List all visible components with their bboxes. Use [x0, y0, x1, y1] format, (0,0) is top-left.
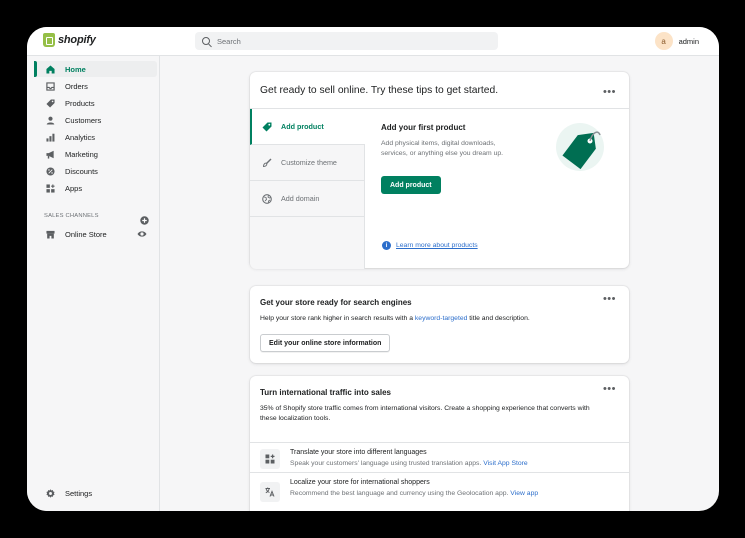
- panel-title: Add your first product: [381, 123, 466, 132]
- row-text: Speak your customers' language using tru…: [290, 460, 482, 467]
- tab-customize-theme[interactable]: Customize theme: [250, 145, 365, 181]
- card-title: Get ready to sell online. Try these tips…: [260, 85, 499, 96]
- setup-guide-card: Get ready to sell online. Try these tips…: [250, 72, 629, 269]
- info-icon: i: [382, 241, 391, 250]
- translate-icon: [260, 482, 280, 502]
- sidebar-item-orders[interactable]: Orders: [35, 78, 157, 94]
- sidebar-item-label: Settings: [65, 488, 93, 498]
- visit-app-store-link[interactable]: Visit App Store: [483, 460, 527, 467]
- store-icon: [46, 230, 55, 239]
- tab-add-domain[interactable]: Add domain: [250, 181, 365, 217]
- add-product-button[interactable]: Add product: [381, 176, 441, 194]
- learn-more: i Learn more about products: [382, 241, 478, 250]
- setup-tabs: Add product Customize theme Add domain: [250, 109, 365, 269]
- sidebar-item-label: Customers: [65, 115, 102, 125]
- globe-icon: [262, 193, 272, 204]
- sidebar-item-label: Products: [65, 98, 95, 108]
- search-bar[interactable]: [195, 32, 498, 50]
- more-options-icon[interactable]: •••: [603, 294, 616, 305]
- eye-icon[interactable]: [137, 229, 147, 239]
- sidebar-item-label: Home: [65, 64, 86, 74]
- device-frame: shopify a admin Home Orders Products Cus…: [0, 0, 745, 538]
- user-name[interactable]: admin: [679, 37, 699, 46]
- view-app-link[interactable]: View app: [510, 490, 538, 497]
- card-description: 35% of Shopify store traffic comes from …: [260, 405, 590, 422]
- tag-icon: [46, 98, 55, 108]
- row-title: Localize your store for international sh…: [290, 479, 430, 486]
- sidebar-item-customers[interactable]: Customers: [35, 112, 157, 128]
- sidebar-item-label: Marketing: [65, 149, 98, 159]
- international-traffic-card: Turn international traffic into sales ••…: [250, 376, 629, 511]
- logo-text: shopify: [58, 34, 96, 46]
- discount-icon: [46, 166, 55, 176]
- paintbrush-icon: [262, 158, 272, 168]
- setup-guide-body: Add product Customize theme Add domain A…: [250, 108, 629, 269]
- keyword-targeted-link[interactable]: keyword-targeted: [415, 315, 468, 322]
- seo-card: Get your store ready for search engines …: [250, 286, 629, 363]
- orders-icon: [46, 81, 55, 91]
- shopify-bag-icon: [43, 33, 55, 47]
- apps-icon: [260, 449, 280, 469]
- bar-chart-icon: [46, 133, 55, 142]
- learn-more-link[interactable]: Learn more about products: [396, 242, 478, 249]
- sidebar: Home Orders Products Customers Analytics…: [27, 56, 160, 511]
- sales-channels-label: SALES CHANNELS: [44, 213, 99, 219]
- row-text: Recommend the best language and currency…: [290, 490, 509, 497]
- top-bar: shopify a admin: [27, 27, 719, 56]
- sidebar-item-label: Apps: [65, 183, 83, 193]
- card-description: Help your store rank higher in search re…: [260, 314, 610, 324]
- card-title: Get your store ready for search engines: [260, 298, 412, 307]
- megaphone-icon: [46, 150, 55, 159]
- more-options-icon[interactable]: •••: [603, 87, 616, 98]
- sidebar-item-discounts[interactable]: Discounts: [35, 163, 157, 179]
- add-product-panel: Add your first product Add physical item…: [365, 109, 629, 269]
- search-input[interactable]: [217, 36, 467, 46]
- list-item[interactable]: Translate your store into different lang…: [250, 442, 629, 472]
- sidebar-item-label: Discounts: [65, 166, 98, 176]
- tab-label: Add product: [281, 122, 324, 131]
- home-icon: [46, 64, 55, 74]
- row-description: Recommend the best language and currency…: [290, 489, 555, 499]
- avatar[interactable]: a: [654, 32, 673, 50]
- sidebar-item-label: Analytics: [65, 132, 96, 142]
- user-menu[interactable]: a admin: [654, 32, 699, 50]
- row-title: Translate your store into different lang…: [290, 449, 427, 456]
- sidebar-item-analytics[interactable]: Analytics: [35, 129, 157, 145]
- description-text: title and description.: [469, 315, 530, 322]
- sidebar-item-home[interactable]: Home: [34, 61, 157, 77]
- list-item[interactable]: Localize your store for international sh…: [250, 472, 629, 511]
- gear-icon: [46, 488, 55, 498]
- description-text: Help your store rank higher in search re…: [260, 315, 413, 322]
- row-description: Speak your customers' language using tru…: [290, 459, 560, 469]
- panel-description: Add physical items, digital downloads, s…: [381, 140, 504, 157]
- sidebar-item-apps[interactable]: Apps: [35, 180, 157, 196]
- tab-label: Customize theme: [281, 158, 337, 167]
- shopify-logo[interactable]: shopify: [43, 33, 96, 47]
- sidebar-item-settings[interactable]: Settings: [35, 485, 157, 501]
- more-options-icon[interactable]: •••: [603, 384, 616, 395]
- search-icon: [202, 37, 210, 45]
- edit-store-info-button[interactable]: Edit your online store information: [260, 334, 391, 352]
- card-title: Turn international traffic into sales: [260, 388, 391, 397]
- add-channel-icon[interactable]: [140, 212, 149, 225]
- product-tag-illustration: [554, 121, 606, 173]
- sidebar-item-marketing[interactable]: Marketing: [35, 146, 157, 162]
- sidebar-item-label: Online Store: [65, 229, 107, 239]
- sidebar-item-products[interactable]: Products: [35, 95, 157, 111]
- screen: shopify a admin Home Orders Products Cus…: [27, 27, 719, 511]
- tab-add-product[interactable]: Add product: [250, 109, 365, 145]
- tab-label: Add domain: [281, 194, 320, 203]
- apps-icon: [46, 183, 55, 193]
- person-icon: [46, 116, 55, 125]
- tag-icon: [262, 122, 272, 132]
- sidebar-item-online-store[interactable]: Online Store: [35, 226, 157, 242]
- sidebar-item-label: Orders: [65, 81, 88, 91]
